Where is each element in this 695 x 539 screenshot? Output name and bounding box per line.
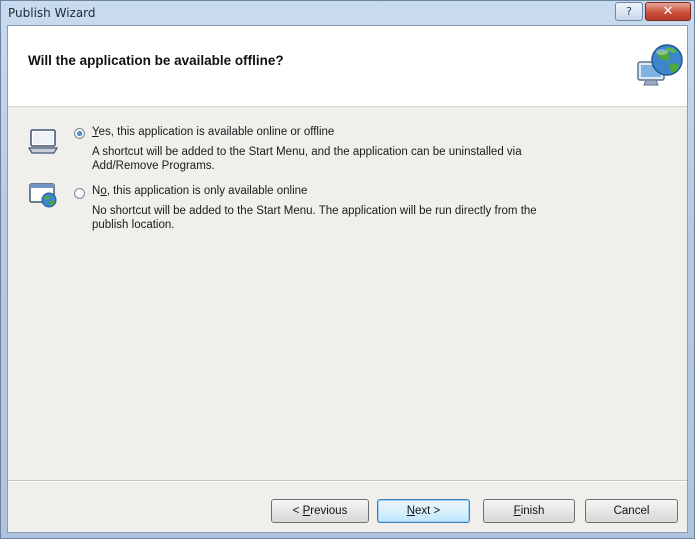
mnemonic-y: Y <box>92 126 99 138</box>
next-label: ext > <box>415 505 441 517</box>
option-online-description: No shortcut will be added to the Start M… <box>92 205 537 231</box>
web-window-icon <box>29 183 57 208</box>
radio-online-only[interactable] <box>74 188 85 199</box>
option-online-label[interactable]: No, this application is only available o… <box>92 185 307 197</box>
finish-label: inish <box>520 505 545 517</box>
option-offline-label-text: es, this application is available online… <box>98 126 335 138</box>
page-title: Will the application be available offlin… <box>28 53 284 68</box>
cancel-button[interactable]: Cancel <box>585 499 678 523</box>
globe-network-icon <box>637 44 683 86</box>
window-title: Publish Wizard <box>8 6 96 20</box>
laptop-icon <box>28 129 58 154</box>
previous-mnemonic: P <box>302 505 311 517</box>
finish-button[interactable]: Finish <box>483 499 575 523</box>
previous-prefix: < <box>292 505 303 517</box>
wizard-header: Will the application be available offlin… <box>8 26 687 107</box>
option-offline-description: A shortcut will be added to the Start Me… <box>92 146 522 172</box>
previous-label: revious <box>310 505 348 517</box>
previous-button[interactable]: < Previous <box>271 499 369 523</box>
next-button[interactable]: Next > <box>377 499 470 523</box>
next-mnemonic: N <box>406 505 416 517</box>
button-separator <box>8 480 687 482</box>
title-bar[interactable]: Publish Wizard ? ✕ <box>1 1 694 24</box>
help-button[interactable]: ? <box>615 2 643 21</box>
finish-mnemonic: F <box>513 505 521 517</box>
radio-available-offline[interactable] <box>74 128 85 139</box>
wizard-client-area: Will the application be available offlin… <box>7 25 688 533</box>
close-button[interactable]: ✕ <box>645 2 691 21</box>
option-online-label-text: , this application is only available onl… <box>106 185 308 197</box>
option-offline-label[interactable]: Yes, this application is available onlin… <box>92 126 334 138</box>
publish-wizard-window: Publish Wizard ? ✕ Will the application … <box>0 0 695 539</box>
